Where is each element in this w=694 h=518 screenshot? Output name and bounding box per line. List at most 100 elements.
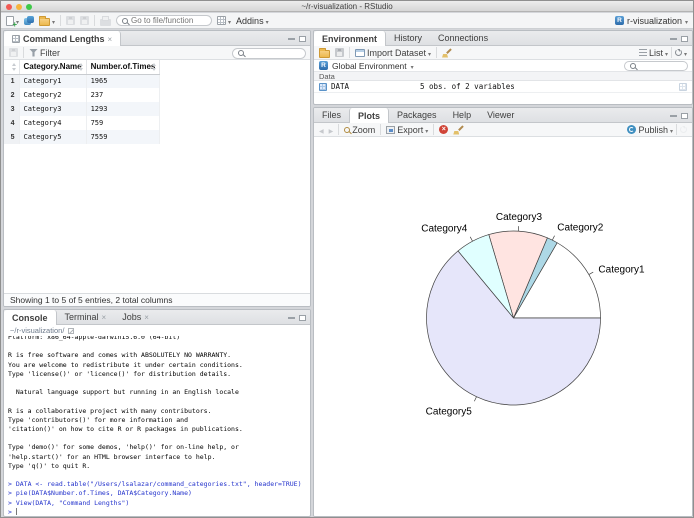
column-header-category-name[interactable]: Category.Name [19, 60, 87, 75]
table-row[interactable]: 2 Category2 237 [4, 88, 161, 102]
titlebar: ~/r-visualization - RStudio [1, 1, 693, 12]
table-row[interactable]: 1 Category1 1965 [4, 74, 161, 88]
viewer-toolbar: Filter [4, 46, 310, 60]
tab-plots[interactable]: Plots [349, 108, 390, 123]
close-icon[interactable] [144, 312, 149, 322]
main-toolbar: Addins r-visualization [1, 13, 693, 29]
table-row[interactable]: 4 Category4 759 [4, 116, 161, 130]
pie-label-tick [552, 235, 555, 241]
zoom-plot-button[interactable]: Zoom [344, 125, 375, 135]
pie-label-tick [588, 271, 594, 275]
remove-plot-button[interactable] [439, 125, 449, 134]
data-frame-icon [12, 34, 20, 43]
view-table-icon[interactable] [679, 83, 687, 91]
toolbar-separator [436, 47, 438, 58]
minimize-panel-icon[interactable] [288, 316, 295, 319]
viewer-search[interactable] [232, 47, 306, 59]
import-dataset-button[interactable]: Import Dataset [355, 48, 431, 58]
pie-label-tick [474, 396, 477, 402]
close-icon[interactable] [108, 34, 113, 44]
table-row[interactable]: 5 Category5 7559 [4, 130, 161, 144]
maximize-panel-icon[interactable] [681, 35, 688, 42]
refresh-icon [680, 126, 687, 133]
chevron-down-icon [266, 16, 269, 26]
load-workspace-button[interactable] [319, 47, 330, 58]
refresh-plot-button[interactable] [680, 126, 687, 133]
goto-file-input[interactable] [131, 16, 207, 25]
environment-tabbar: Environment History Connections [314, 31, 692, 46]
tab-history[interactable]: History [386, 31, 430, 45]
data-table: Category.Name Number.of.Times 1 Category… [4, 60, 161, 144]
maximize-panel-icon[interactable] [299, 35, 306, 42]
print-button[interactable] [100, 15, 112, 26]
minimize-window-button[interactable] [16, 3, 22, 10]
chevron-down-icon [52, 16, 55, 26]
column-header-number-of-times[interactable]: Number.of.Times [86, 60, 161, 75]
toolbar-separator [349, 47, 350, 58]
tab-command-lengths[interactable]: Command Lengths [4, 31, 122, 46]
pie-label-Category2: Category2 [557, 222, 604, 233]
save-workspace-button[interactable] [335, 48, 344, 57]
save-all-button[interactable] [80, 16, 90, 25]
export-plot-button[interactable]: Export [386, 125, 428, 135]
minimize-panel-icon[interactable] [288, 37, 295, 40]
rstudio-window: ~/r-visualization - RStudio ▾ ▾ Go to fi… [0, 0, 694, 518]
toolbar-separator [94, 15, 96, 26]
data-frame-icon [319, 82, 327, 91]
tab-viewer[interactable]: Viewer [479, 108, 522, 122]
save-button[interactable] [66, 16, 76, 25]
console-output-area[interactable]: Platform: x86_64-apple-darwin15.6.0 (64-… [4, 336, 310, 516]
pane-layout-button[interactable] [217, 16, 231, 26]
refresh-environment-button[interactable] [674, 48, 687, 58]
popout-icon[interactable] [68, 327, 75, 334]
new-file-button[interactable] [6, 15, 19, 26]
publish-button[interactable]: Publish [627, 125, 673, 135]
scope-selector[interactable]: Global Environment [332, 61, 407, 71]
clear-environment-button[interactable] [442, 48, 452, 58]
tab-connections[interactable]: Connections [430, 31, 496, 45]
tab-jobs[interactable]: Jobs [114, 310, 157, 324]
addins-label: Addins [236, 15, 264, 26]
tab-packages[interactable]: Packages [389, 108, 445, 122]
tab-files[interactable]: Files [314, 108, 349, 122]
environment-toolbar: Import Dataset List [314, 46, 692, 60]
zoom-window-button[interactable] [26, 3, 32, 10]
previous-plot-button[interactable] [319, 125, 324, 135]
toolbar-separator [670, 47, 672, 58]
tab-environment[interactable]: Environment [314, 31, 387, 46]
list-view-dropdown[interactable]: List [638, 48, 668, 58]
close-window-button[interactable] [6, 3, 12, 10]
toolbar-separator [380, 124, 382, 135]
object-summary: 5 obs. of 2 variables [420, 82, 515, 91]
filter-button[interactable]: Filter [29, 48, 60, 58]
search-icon [630, 63, 636, 69]
tab-terminal[interactable]: Terminal [57, 310, 115, 324]
tab-console[interactable]: Console [4, 310, 57, 325]
tab-help[interactable]: Help [445, 108, 480, 122]
environment-scope-row: Global Environment [314, 60, 692, 72]
environment-object-row[interactable]: DATA 5 obs. of 2 variables [314, 81, 692, 93]
maximize-panel-icon[interactable] [299, 314, 306, 321]
clear-plots-button[interactable] [453, 125, 463, 135]
environment-search[interactable] [624, 61, 688, 71]
minimize-panel-icon[interactable] [670, 37, 677, 40]
toolbar-separator [676, 124, 677, 135]
close-icon[interactable] [102, 312, 107, 322]
next-plot-button[interactable] [329, 125, 334, 135]
pie-label-Category5: Category5 [426, 407, 473, 418]
table-row[interactable]: 3 Category3 1293 [4, 102, 161, 116]
new-project-button[interactable] [24, 15, 35, 26]
working-directory: ~/r-visualization/ [4, 325, 310, 335]
minimize-panel-icon[interactable] [670, 114, 677, 117]
maximize-panel-icon[interactable] [681, 112, 688, 119]
addins-dropdown[interactable]: Addins [236, 16, 269, 26]
console-tabbar: Console Terminal Jobs [4, 310, 310, 325]
import-dataset-icon [355, 48, 365, 57]
corner-header[interactable] [4, 60, 20, 75]
open-file-button[interactable] [39, 15, 55, 26]
viewer-search-input[interactable] [247, 48, 300, 58]
viewer-save-button[interactable] [9, 48, 18, 57]
goto-file-search[interactable] [116, 15, 213, 26]
project-menu[interactable]: r-visualization [614, 16, 688, 26]
environment-search-input[interactable] [639, 61, 682, 71]
